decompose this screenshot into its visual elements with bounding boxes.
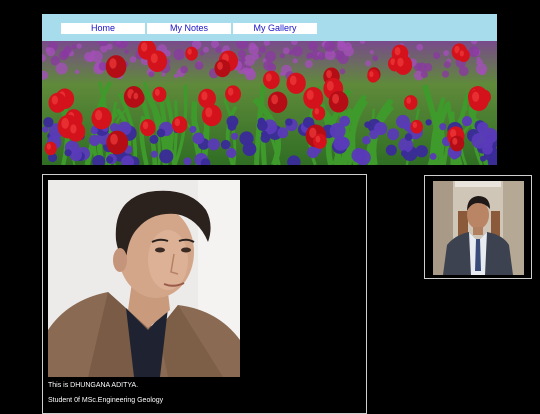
profile-caption-name: This is DHUNGANA ADITYA. xyxy=(48,382,139,389)
nav-my-gallery-link[interactable]: My Gallery xyxy=(233,23,317,34)
nav-my-notes-link[interactable]: My Notes xyxy=(147,23,231,34)
profile-photo xyxy=(48,180,240,377)
profile-panel: This is DHUNGANA ADITYA. Student 0f MSc.… xyxy=(42,174,367,414)
nav-home-link[interactable]: Home xyxy=(61,23,145,34)
side-photo-panel xyxy=(424,175,532,279)
profile-caption-study: Student 0f MSc.Engineering Geology xyxy=(48,397,164,404)
tulip-banner-image xyxy=(42,41,497,165)
side-photo xyxy=(433,181,524,275)
top-nav-bar: Home My Notes My Gallery xyxy=(42,14,497,41)
